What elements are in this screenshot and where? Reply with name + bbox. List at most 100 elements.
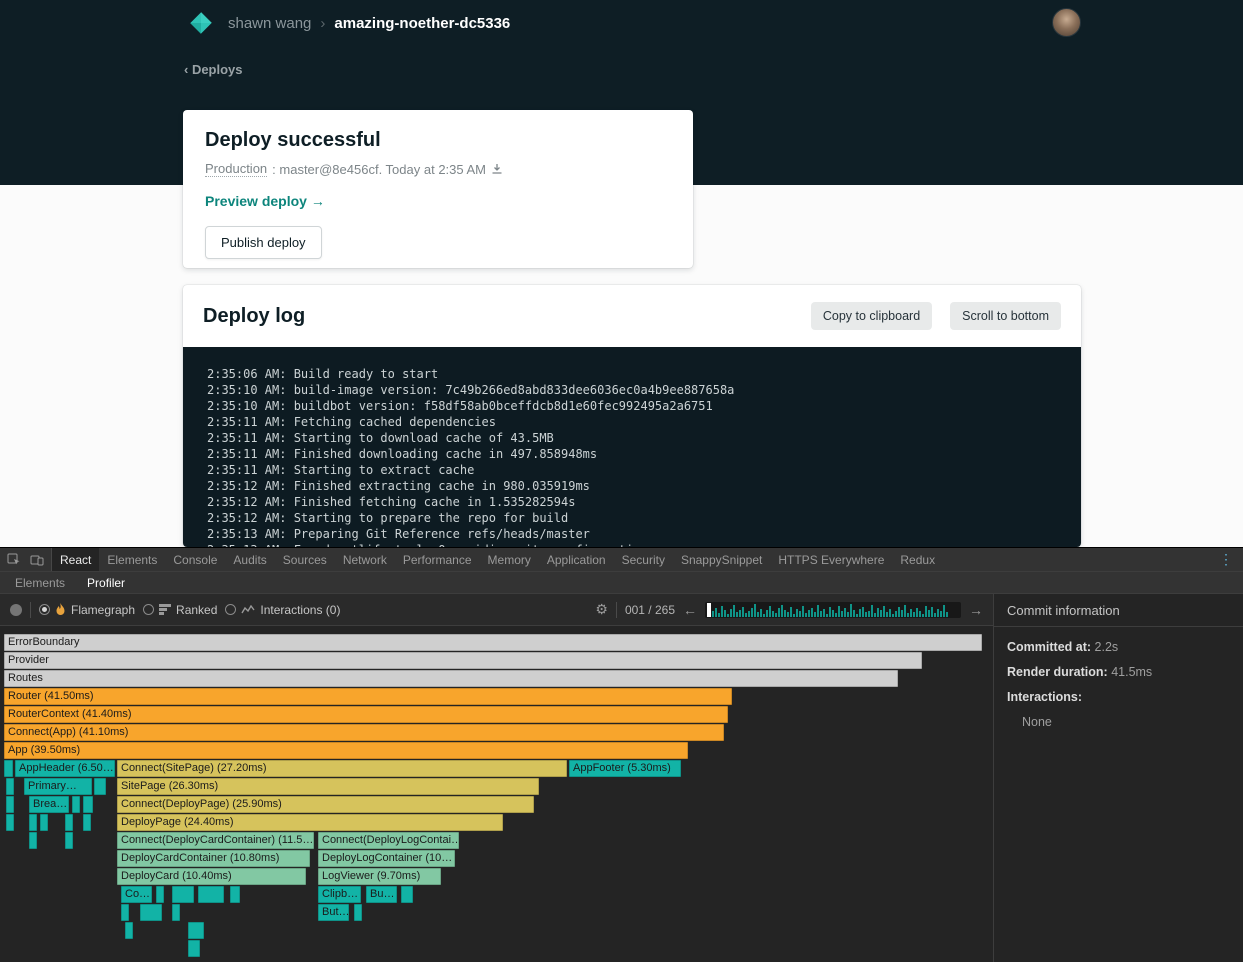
commit-tick[interactable] xyxy=(904,605,906,617)
commit-tick[interactable] xyxy=(763,614,765,617)
devtools-tab-sources[interactable]: Sources xyxy=(275,548,335,571)
commit-tick[interactable] xyxy=(727,614,729,617)
commit-tick[interactable] xyxy=(943,605,945,617)
flame-bar[interactable] xyxy=(156,886,164,903)
devtools-tab-audits[interactable]: Audits xyxy=(225,548,274,571)
commit-tick[interactable] xyxy=(823,609,825,617)
commit-tick[interactable] xyxy=(865,612,867,617)
profiler-settings-gear-icon[interactable]: ⚙ xyxy=(595,601,608,618)
flame-bar[interactable] xyxy=(230,886,240,903)
commit-tick[interactable] xyxy=(751,608,753,617)
devtools-tab-security[interactable]: Security xyxy=(614,548,673,571)
commit-tick[interactable] xyxy=(718,613,720,617)
commit-tick[interactable] xyxy=(895,611,897,617)
commit-tick[interactable] xyxy=(874,613,876,617)
commit-tick[interactable] xyxy=(802,606,804,617)
inspect-element-icon[interactable] xyxy=(7,553,21,566)
flame-bar[interactable]: Connect(DeployPage) (25.90ms) xyxy=(117,796,534,813)
flame-bar[interactable]: DeployCardContainer (10.80ms) xyxy=(117,850,310,867)
commit-tick[interactable] xyxy=(880,610,882,617)
flame-bar[interactable] xyxy=(198,886,224,903)
flame-bar[interactable] xyxy=(188,922,204,939)
commit-tick[interactable] xyxy=(757,612,759,617)
commit-tick[interactable] xyxy=(820,611,822,617)
flame-bar[interactable]: Clipb… xyxy=(318,886,361,903)
flame-bar[interactable]: Connect(DeployLogContai… xyxy=(318,832,459,849)
commit-tick[interactable] xyxy=(931,607,933,617)
commit-tick[interactable] xyxy=(796,609,798,617)
commit-tick[interactable] xyxy=(841,611,843,617)
device-toolbar-icon[interactable] xyxy=(30,554,44,566)
flame-bar[interactable]: SitePage (26.30ms) xyxy=(117,778,539,795)
flame-bar[interactable]: ErrorBoundary xyxy=(4,634,982,651)
commit-tick[interactable] xyxy=(772,611,774,617)
commit-tick[interactable] xyxy=(793,614,795,617)
next-commit-arrow[interactable]: → xyxy=(969,602,983,618)
commit-tick[interactable] xyxy=(859,609,861,617)
commit-tick[interactable] xyxy=(856,614,858,617)
flame-bar[interactable] xyxy=(6,814,14,831)
commit-tick[interactable] xyxy=(892,614,894,617)
download-icon[interactable] xyxy=(491,163,503,175)
commit-tick[interactable] xyxy=(922,614,924,617)
devtools-tab-react[interactable]: React xyxy=(52,548,99,571)
commit-tick[interactable] xyxy=(778,608,780,617)
commit-tick[interactable] xyxy=(760,609,762,617)
commit-tick[interactable] xyxy=(853,610,855,617)
commit-tick[interactable] xyxy=(826,614,828,617)
flame-bar[interactable] xyxy=(125,922,133,939)
flame-bar[interactable]: RouterContext (41.40ms) xyxy=(4,706,728,723)
commit-tick[interactable] xyxy=(745,613,747,617)
flame-bar[interactable]: Connect(DeployCardContainer) (11.5… xyxy=(117,832,314,849)
commit-tick[interactable] xyxy=(766,610,768,617)
flame-bar[interactable]: DeployPage (24.40ms) xyxy=(117,814,503,831)
commit-tick[interactable] xyxy=(898,607,900,617)
record-button[interactable] xyxy=(10,604,22,616)
flame-bar[interactable] xyxy=(172,904,180,921)
flame-bar[interactable]: App (39.50ms) xyxy=(4,742,688,759)
flame-bar[interactable]: Brea… xyxy=(29,796,69,813)
devtools-tab-redux[interactable]: Redux xyxy=(892,548,943,571)
commit-tick[interactable] xyxy=(877,608,879,617)
commit-tick[interactable] xyxy=(928,610,930,617)
flame-bar[interactable] xyxy=(188,940,200,957)
flame-bar[interactable] xyxy=(83,814,91,831)
flame-bar[interactable]: AppFooter (5.30ms) xyxy=(569,760,681,777)
commit-tick[interactable] xyxy=(742,607,744,617)
flame-bar[interactable]: But… xyxy=(318,904,349,921)
commit-tick[interactable] xyxy=(832,610,834,617)
commit-tick[interactable] xyxy=(715,608,717,617)
commit-tick[interactable] xyxy=(847,612,849,617)
commit-tick[interactable] xyxy=(817,605,819,617)
commit-tick[interactable] xyxy=(916,608,918,617)
devtools-tab-elements[interactable]: Elements xyxy=(99,548,165,571)
deploy-log-output[interactable]: 2:35:06 AM: Build ready to start2:35:10 … xyxy=(183,347,1081,547)
flamegraph-view-toggle[interactable]: Flamegraph xyxy=(39,603,135,617)
ranked-view-toggle[interactable]: Ranked xyxy=(143,603,217,617)
flame-bar[interactable]: LogViewer (9.70ms) xyxy=(318,868,441,885)
commit-tick[interactable] xyxy=(940,611,942,617)
flame-bar[interactable] xyxy=(29,832,37,849)
flame-bar[interactable]: Provider xyxy=(4,652,922,669)
commit-tick[interactable] xyxy=(829,607,831,617)
commit-tick[interactable] xyxy=(781,605,783,617)
flame-bar[interactable] xyxy=(83,796,93,813)
flame-bar[interactable]: Router (41.50ms) xyxy=(4,688,732,705)
commit-tick[interactable] xyxy=(754,604,756,617)
commit-tick[interactable] xyxy=(736,612,738,617)
commit-tick[interactable] xyxy=(784,610,786,617)
flame-bar[interactable] xyxy=(121,904,129,921)
flame-bar[interactable] xyxy=(72,796,80,813)
flame-bar[interactable] xyxy=(29,814,37,831)
deploy-context-label[interactable]: Production xyxy=(205,161,267,177)
devtools-tab-snappysnippet[interactable]: SnappySnippet xyxy=(673,548,770,571)
commit-tick[interactable] xyxy=(946,612,948,617)
commit-tick[interactable] xyxy=(886,612,888,617)
commit-tick[interactable] xyxy=(739,610,741,617)
flame-bar[interactable] xyxy=(65,814,73,831)
commit-tick[interactable] xyxy=(925,606,927,617)
commit-tick[interactable] xyxy=(769,606,771,617)
commit-tick[interactable] xyxy=(901,610,903,617)
preview-deploy-link[interactable]: Preview deploy → xyxy=(205,193,671,209)
flame-bar[interactable]: AppHeader (6.50… xyxy=(15,760,115,777)
